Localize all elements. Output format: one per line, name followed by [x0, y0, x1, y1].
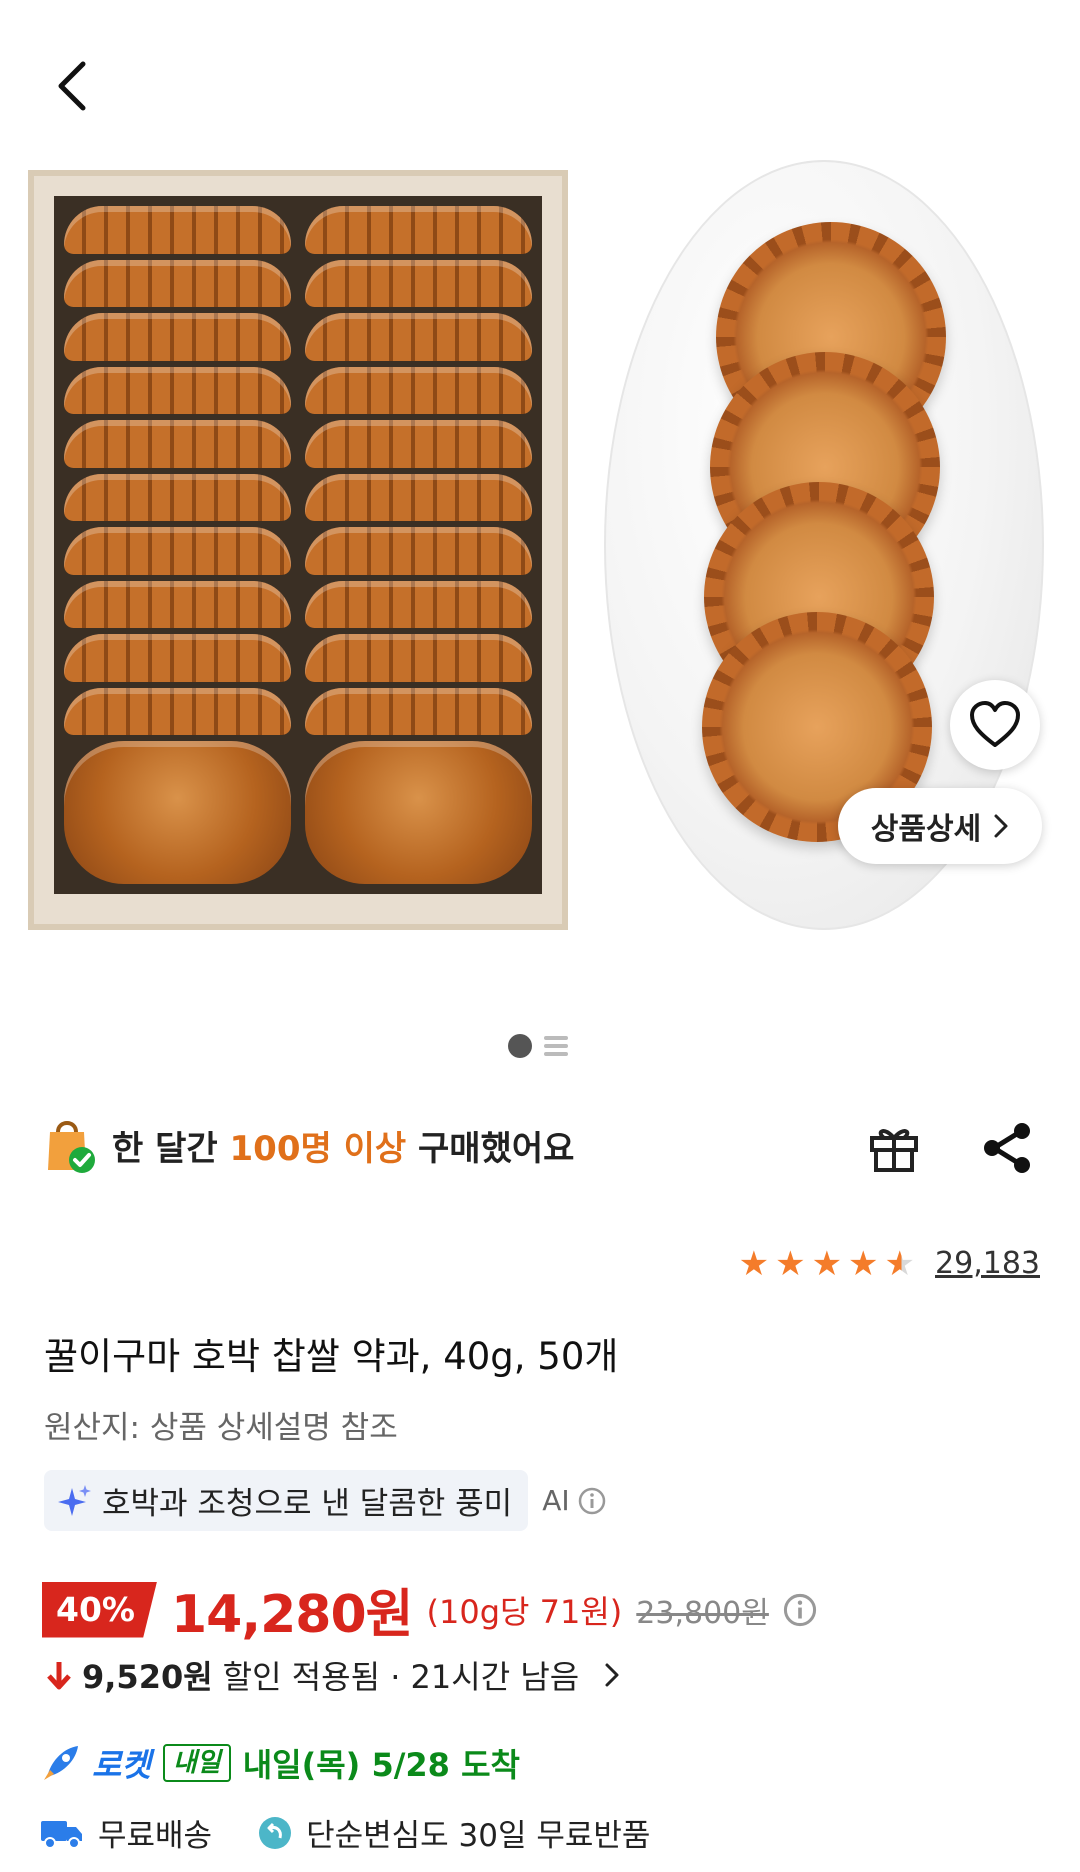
gift-icon: [870, 1129, 918, 1172]
product-detail-button[interactable]: 상품상세: [838, 788, 1042, 864]
return-policy: 단순변심도 30일 무료반품: [306, 1818, 651, 1854]
discount-badge: 40%: [42, 1581, 157, 1638]
page-dot-active: [508, 1034, 532, 1058]
wishlist-button[interactable]: [950, 680, 1040, 770]
ai-label: AI: [542, 1484, 570, 1517]
ai-summary-chip: 호박과 조청으로 낸 달콤한 풍미: [44, 1470, 529, 1531]
shopping-bag-check-icon: [48, 1121, 95, 1173]
ai-info[interactable]: AI: [542, 1484, 605, 1517]
rocket-icon: [44, 1746, 78, 1780]
return-icon: [259, 1816, 292, 1849]
sparkle-icon: [58, 1484, 91, 1516]
product-rating[interactable]: ★ ★ ★ ★ ★ 29,183: [739, 1246, 1040, 1281]
price-row: 40% 14,280원 (10g당 71원) 23,800원: [42, 1572, 817, 1647]
product-detail-label: 상품상세: [870, 812, 982, 847]
product-origin: 원산지: 상품 상세설명 참조: [44, 1410, 398, 1446]
rocket-badge: 내일: [162, 1744, 231, 1782]
sale-price: 14,280원: [171, 1585, 414, 1645]
product-photo-box: [28, 170, 568, 930]
free-shipping: 무료배송: [98, 1818, 213, 1854]
original-price: 23,800원: [636, 1595, 769, 1631]
review-count-link[interactable]: 29,183: [935, 1246, 1040, 1281]
chevron-left-icon: [58, 61, 86, 111]
chevron-right-icon: [994, 814, 1008, 838]
rocket-delivery-row: 로켓 내일 내일(목) 5/28 도착: [40, 1740, 520, 1786]
page-list-icon[interactable]: [544, 1034, 568, 1058]
gift-button[interactable]: [866, 1122, 922, 1178]
purchase-count-note: 한 달간 100명 이상 구매했어요: [44, 1116, 574, 1174]
star-icon: ★: [811, 1243, 843, 1284]
star-icon: ★: [848, 1243, 879, 1284]
chevron-right-icon: [605, 1663, 619, 1687]
arrow-down-icon: [47, 1662, 71, 1690]
info-icon[interactable]: [783, 1593, 817, 1627]
half-star-icon: ★: [884, 1243, 916, 1284]
coupon-text: 할인 적용됨 · 21시간 남음: [222, 1658, 580, 1696]
heart-icon: [970, 701, 1020, 747]
star-icon: ★: [775, 1243, 806, 1284]
purchase-note-prefix: 한 달간: [112, 1128, 230, 1169]
ai-summary-row: 호박과 조청으로 낸 달콤한 풍미 AI: [44, 1470, 606, 1531]
truck-icon: [41, 1820, 82, 1849]
share-button[interactable]: [982, 1122, 1032, 1178]
coupon-discount-row[interactable]: 9,520원 할인 적용됨 · 21시간 남음: [46, 1652, 621, 1698]
info-icon: [578, 1487, 605, 1514]
back-button[interactable]: [48, 56, 96, 116]
product-title: 꿀이구마 호박 찹쌀 약과, 40g, 50개: [44, 1335, 619, 1378]
gallery-page-indicator: [508, 1034, 568, 1058]
arrival-date: 내일(목) 5/28 도착: [242, 1746, 520, 1784]
purchase-note-suffix: 구매했어요: [406, 1128, 575, 1169]
shipping-info-row: 무료배송 단순변심도 30일 무료반품: [40, 1810, 650, 1855]
share-icon: [984, 1123, 1030, 1173]
rocket-label: 로켓: [92, 1746, 151, 1784]
unit-price: (10g당 71원): [426, 1592, 623, 1631]
ai-summary-text: 호박과 조청으로 낸 달콤한 풍미: [102, 1486, 513, 1522]
star-icon: ★: [738, 1243, 770, 1284]
coupon-amount: 9,520원: [82, 1658, 213, 1696]
purchase-note-highlight: 100명 이상: [229, 1128, 407, 1169]
